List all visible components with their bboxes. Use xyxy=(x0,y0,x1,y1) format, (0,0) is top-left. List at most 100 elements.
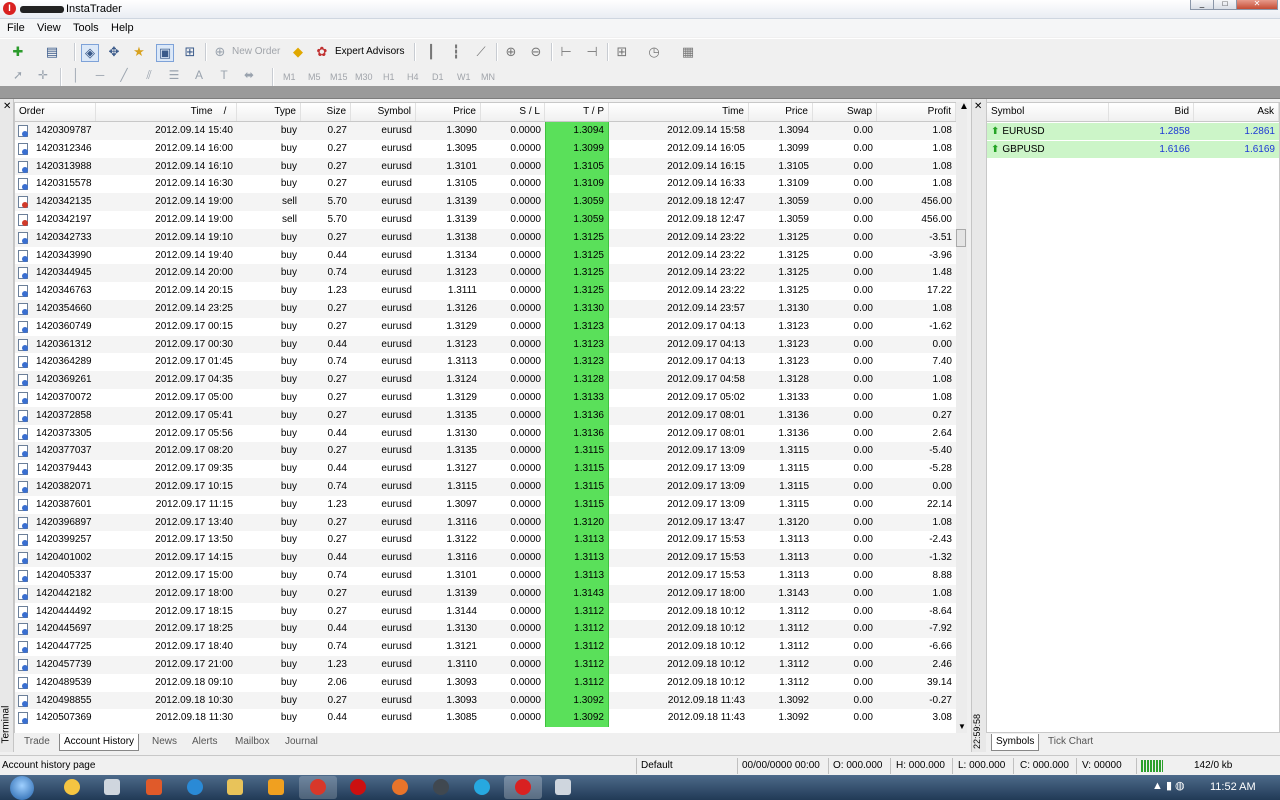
close-button[interactable]: ✕ xyxy=(1236,0,1278,10)
col-sl[interactable]: S / L xyxy=(481,103,545,121)
new-order-button[interactable]: New Order xyxy=(232,44,280,60)
table-row[interactable]: 1420507369 2012.09.18 11:30 buy 0.44 eurusd 1… xyxy=(15,709,956,728)
table-row[interactable]: 1420442182 2012.09.17 18:00 buy 0.27 eurusd 1… xyxy=(15,584,956,603)
indicators-icon[interactable]: ⊞ xyxy=(614,44,630,60)
col-tp[interactable]: T / P xyxy=(545,103,609,121)
firefox-icon[interactable] xyxy=(392,779,408,795)
col-symbol[interactable]: Symbol xyxy=(351,103,416,121)
table-row[interactable]: 1420342197 2012.09.14 19:00 sell 5.70 eurusd… xyxy=(15,210,956,229)
timeframe-mn[interactable]: MN xyxy=(481,69,495,85)
col-size[interactable]: Size xyxy=(301,103,351,121)
table-row[interactable]: 1420373305 2012.09.17 05:56 buy 0.44 eurusd 1… xyxy=(15,424,956,443)
templates-icon[interactable]: ▦ xyxy=(680,44,696,60)
account-history-table[interactable]: Order Time / Type Size Symbol Price S / … xyxy=(14,102,957,735)
table-row[interactable]: 1420445697 2012.09.17 18:25 buy 0.44 eurusd 1… xyxy=(15,620,956,639)
menu-view[interactable]: View xyxy=(37,21,61,35)
scroll-up-arrow-icon[interactable]: ▲ xyxy=(959,101,969,112)
tab-news[interactable]: News xyxy=(148,734,181,750)
table-row[interactable]: 1420360749 2012.09.17 00:15 buy 0.27 eurusd 1… xyxy=(15,317,956,336)
horizontal-line-icon[interactable]: ─ xyxy=(92,67,108,83)
table-row[interactable]: 1420346763 2012.09.14 20:15 buy 1.23 eurusd 1… xyxy=(15,282,956,300)
opera-icon[interactable] xyxy=(350,779,366,795)
metaeditor-icon[interactable]: ◆ xyxy=(290,44,306,60)
autoscroll-icon[interactable]: ⊣ xyxy=(584,44,600,60)
computer-icon[interactable] xyxy=(104,779,120,795)
expert-advisors-icon[interactable]: ✿ xyxy=(314,44,330,60)
start-button[interactable] xyxy=(10,776,34,800)
tab-alerts[interactable]: Alerts xyxy=(188,734,222,750)
cursor-icon[interactable]: ➚ xyxy=(10,67,26,83)
menu-help[interactable]: Help xyxy=(111,21,134,35)
crosshair-icon[interactable]: ✛ xyxy=(35,67,51,83)
table-row[interactable]: 1420342733 2012.09.14 19:10 buy 0.27 eurusd 1… xyxy=(15,228,956,247)
fibonacci-icon[interactable]: ☰ xyxy=(166,67,182,83)
table-row[interactable]: 1420399257 2012.09.17 13:50 buy 0.27 eurusd 1… xyxy=(15,531,956,550)
maximize-button[interactable]: □ xyxy=(1213,0,1237,10)
windows-app-icon[interactable] xyxy=(555,779,571,795)
timeframe-m5[interactable]: M5 xyxy=(308,69,321,85)
table-row[interactable]: 1420354660 2012.09.14 23:25 buy 0.27 eurusd 1… xyxy=(15,299,956,318)
timeframe-m15[interactable]: M15 xyxy=(330,69,348,85)
table-row[interactable]: 1420361312 2012.09.17 00:30 buy 0.44 eurusd 1… xyxy=(15,335,956,354)
timeframe-w1[interactable]: W1 xyxy=(457,69,471,85)
mw-col-bid[interactable]: Bid xyxy=(1109,103,1194,121)
vertical-line-icon[interactable]: │ xyxy=(68,67,84,83)
table-row[interactable]: 1420342135 2012.09.14 19:00 sell 5.70 eurusd… xyxy=(15,193,956,211)
table-row[interactable]: 1420343990 2012.09.14 19:40 buy 0.44 eurusd 1… xyxy=(15,246,956,265)
timeframe-h1[interactable]: H1 xyxy=(383,69,395,85)
table-row[interactable]: 1420447725 2012.09.17 18:40 buy 0.74 eurusd 1… xyxy=(15,638,956,656)
navigator-icon[interactable]: ✥ xyxy=(106,44,122,60)
terminal-icon[interactable]: ▣ xyxy=(156,44,174,62)
table-row[interactable]: 1420313988 2012.09.14 16:10 buy 0.27 eurusd 1… xyxy=(15,157,956,176)
col-open-time[interactable]: Time / xyxy=(96,103,237,121)
minimize-button[interactable]: _ xyxy=(1190,0,1214,10)
chart-shift-icon[interactable]: ⊢ xyxy=(558,44,574,60)
table-row[interactable]: 1420379443 2012.09.17 09:35 buy 0.44 eurusd 1… xyxy=(15,460,956,478)
tab-account-history[interactable]: Account History xyxy=(59,734,140,751)
timeframe-m1[interactable]: M1 xyxy=(283,69,296,85)
browser-ie-icon[interactable] xyxy=(187,779,203,795)
col-type[interactable]: Type xyxy=(237,103,301,121)
table-row[interactable]: 1420372858 2012.09.17 05:41 buy 0.27 eurusd 1… xyxy=(15,406,956,425)
table-row[interactable]: 1420377037 2012.09.17 08:20 buy 0.27 eurusd 1… xyxy=(15,442,956,461)
table-row[interactable]: 1420396897 2012.09.17 13:40 buy 0.27 eurusd 1… xyxy=(15,513,956,532)
table-row[interactable]: 1420309787 2012.09.14 15:40 buy 0.27 eurusd 1… xyxy=(15,122,956,140)
col-close-price[interactable]: Price xyxy=(749,103,813,121)
text-label-icon[interactable]: T xyxy=(216,67,232,83)
tab-trade[interactable]: Trade xyxy=(20,734,54,750)
system-tray-icons[interactable]: ▲ ▮ ◍ xyxy=(1152,779,1185,792)
table-row[interactable]: 1420369261 2012.09.17 04:35 buy 0.27 eurusd 1… xyxy=(15,371,956,389)
menu-tools[interactable]: Tools xyxy=(73,21,99,35)
zoom-in-icon[interactable]: ⊕ xyxy=(503,44,519,60)
table-row[interactable]: 1420312346 2012.09.14 16:00 buy 0.27 eurusd 1… xyxy=(15,139,956,158)
new-chart-icon[interactable]: ✚ xyxy=(10,44,26,60)
channel-icon[interactable]: ⫽ xyxy=(141,67,157,83)
text-icon[interactable]: A xyxy=(191,67,207,83)
table-row[interactable]: 1420370072 2012.09.17 05:00 buy 0.27 eurusd 1… xyxy=(15,388,956,407)
mw-row-gbpusd[interactable]: ⬆ GBPUSD 1.6166 1.6169 xyxy=(987,141,1279,158)
taskbar-clock[interactable]: 11:52 AM xyxy=(1210,781,1256,793)
scroll-down-arrow-icon[interactable]: ▼ xyxy=(958,722,966,731)
table-scrollbar[interactable] xyxy=(956,102,967,733)
timeframe-d1[interactable]: D1 xyxy=(432,69,444,85)
tab-symbols[interactable]: Symbols xyxy=(991,734,1040,751)
line-chart-icon[interactable]: ⟋ xyxy=(473,44,489,60)
table-row[interactable]: 1420401002 2012.09.17 14:15 buy 0.44 eurusd 1… xyxy=(15,549,956,567)
table-row[interactable]: 1420489539 2012.09.18 09:10 buy 2.06 eurusd 1… xyxy=(15,673,956,692)
folder-icon[interactable] xyxy=(227,779,243,795)
table-row[interactable]: 1420315578 2012.09.14 16:30 buy 0.27 eurusd 1… xyxy=(15,175,956,194)
table-row[interactable]: 1420344945 2012.09.14 20:00 buy 0.74 eurusd 1… xyxy=(15,264,956,283)
col-open-price[interactable]: Price xyxy=(416,103,481,121)
media-player-icon[interactable] xyxy=(268,779,284,795)
col-order[interactable]: Order xyxy=(15,103,96,121)
tab-journal[interactable]: Journal xyxy=(281,734,322,750)
market-watch-close-icon[interactable]: ✕ xyxy=(974,101,982,112)
tab-mailbox[interactable]: Mailbox xyxy=(231,734,273,750)
bar-chart-icon[interactable]: ┃ xyxy=(423,44,439,60)
mw-col-ask[interactable]: Ask xyxy=(1194,103,1279,121)
mw-col-symbol[interactable]: Symbol xyxy=(987,103,1109,121)
table-row[interactable]: 1420444492 2012.09.17 18:15 buy 0.27 eurusd 1… xyxy=(15,602,956,621)
steam-icon[interactable] xyxy=(433,779,449,795)
strategy-tester-icon[interactable]: ⊞ xyxy=(182,44,198,60)
messenger-icon[interactable] xyxy=(64,779,80,795)
